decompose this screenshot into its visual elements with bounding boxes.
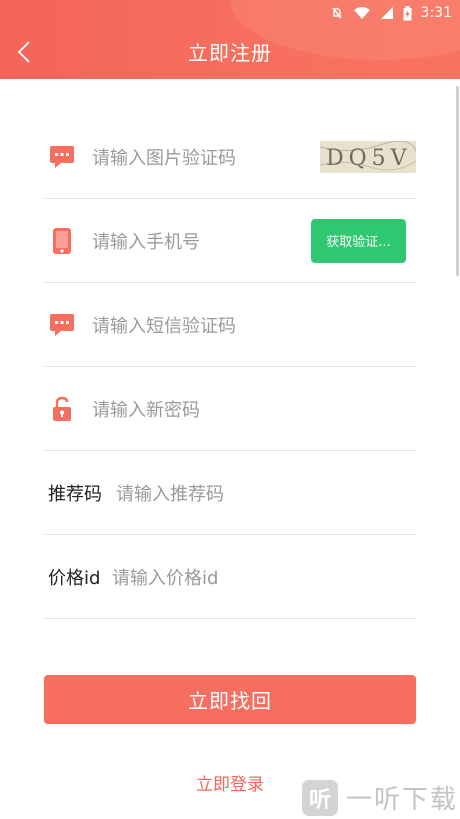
captcha-text: DQ5V <box>326 146 412 171</box>
sms-row: 请输入短信验证码 <box>44 283 416 367</box>
status-bar: 3:31 <box>0 0 460 26</box>
status-time: 3:31 <box>420 5 452 21</box>
get-code-button[interactable]: 获取验证... <box>311 218 406 263</box>
captcha-image[interactable]: DQ5V <box>320 140 416 173</box>
phone-icon <box>48 227 76 255</box>
scrollbar[interactable] <box>456 86 459 276</box>
watermark: 听 一听下载 <box>302 776 460 819</box>
battery-icon <box>403 5 412 20</box>
wifi-icon <box>353 7 370 19</box>
phone-input[interactable]: 请输入手机号 <box>92 228 200 254</box>
watermark-logo: 听 <box>302 779 338 816</box>
phone-row: 请输入手机号 获取验证... <box>44 199 416 283</box>
price-id-input[interactable]: 请输入价格id <box>112 564 218 590</box>
page-title: 立即注册 <box>188 41 272 65</box>
captcha-input[interactable]: 请输入图片验证码 <box>92 144 236 170</box>
submit-button[interactable]: 立即找回 <box>44 675 416 724</box>
new-password-input[interactable]: 请输入新密码 <box>92 396 200 422</box>
price-id-row: 价格id 请输入价格id <box>44 535 416 619</box>
app-header: 3:31 立即注册 <box>0 0 460 79</box>
referral-label: 推荐码 <box>48 483 102 505</box>
watermark-text: 一听下载 <box>346 785 459 815</box>
unlock-icon <box>48 395 76 423</box>
signal-icon <box>380 7 393 19</box>
no-sound-icon <box>331 7 342 19</box>
referral-input[interactable]: 请输入推荐码 <box>116 480 224 506</box>
message-icon <box>48 311 76 339</box>
sms-code-input[interactable]: 请输入短信验证码 <box>92 312 236 338</box>
referral-row: 推荐码 请输入推荐码 <box>44 451 416 535</box>
price-id-label: 价格id <box>48 567 101 589</box>
password-row: 请输入新密码 <box>44 367 416 451</box>
message-icon <box>48 143 76 171</box>
captcha-row: 请输入图片验证码 DQ5V <box>44 115 416 199</box>
